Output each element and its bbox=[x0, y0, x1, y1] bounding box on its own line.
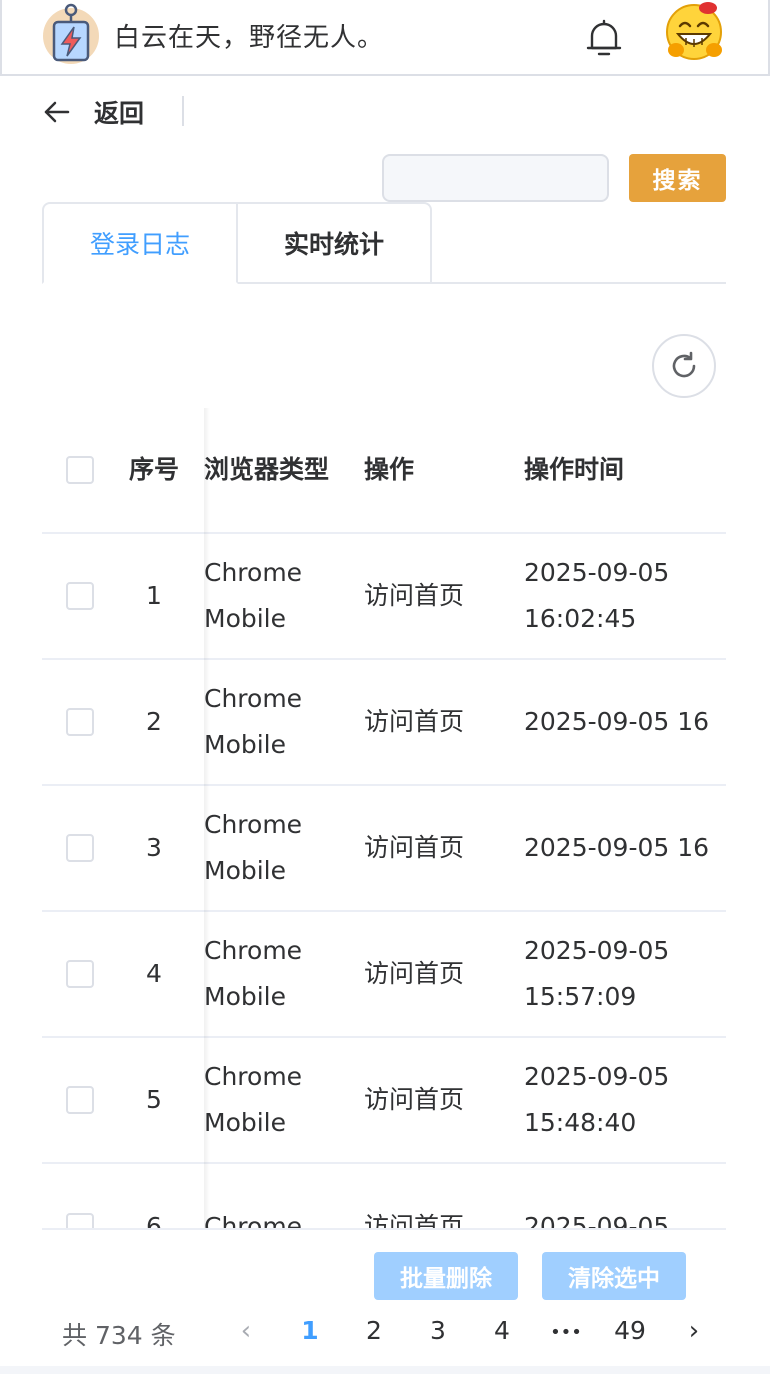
prev-page-button[interactable]: ‹ bbox=[226, 1316, 266, 1346]
avatar[interactable] bbox=[662, 0, 728, 62]
clear-selection-button[interactable]: 清除选中 bbox=[542, 1252, 686, 1300]
login-log-table: 序号 浏览器类型 操作 操作时间 1 Chrome Mobile 访问首页 20… bbox=[42, 408, 726, 1230]
header-browser: 浏览器类型 bbox=[204, 455, 330, 484]
row-index: 1 bbox=[146, 581, 162, 610]
top-header: 白云在天，野径无人。 bbox=[0, 0, 770, 76]
table-row: 5 Chrome Mobile 访问首页 2025-09-05 15:48:40 bbox=[42, 1038, 726, 1164]
main-content: 返回 搜索 登录日志 实时统计 序号 浏览器类型 操作 操作时间 1 Chrom… bbox=[0, 76, 770, 1366]
header-operation: 操作 bbox=[364, 455, 415, 484]
site-title: 白云在天，野径无人。 bbox=[114, 23, 385, 53]
header-time: 操作时间 bbox=[524, 455, 625, 484]
row-index: 2 bbox=[146, 707, 162, 736]
row-checkbox[interactable] bbox=[66, 1213, 94, 1228]
row-checkbox[interactable] bbox=[66, 960, 94, 988]
row-checkbox[interactable] bbox=[66, 1086, 94, 1114]
table-row: 2 Chrome Mobile 访问首页 2025-09-05 16 bbox=[42, 660, 726, 786]
page-1[interactable]: 1 bbox=[290, 1316, 330, 1345]
row-time: 2025-09-05 bbox=[524, 1212, 670, 1230]
select-all-checkbox[interactable] bbox=[66, 456, 94, 484]
row-index: 4 bbox=[146, 959, 162, 988]
arrow-left-icon bbox=[44, 101, 70, 123]
row-index: 6 bbox=[146, 1212, 162, 1230]
row-operation: 访问首页 bbox=[364, 1212, 465, 1230]
fixed-column-shadow bbox=[204, 408, 210, 1228]
refresh-icon bbox=[672, 351, 696, 378]
back-button[interactable]: 返回 bbox=[42, 92, 144, 132]
lightning-badge-icon[interactable] bbox=[42, 2, 100, 64]
table-row: 6 Chrome 访问首页 2025-09-05 bbox=[42, 1164, 726, 1230]
row-browser: Chrome bbox=[204, 1212, 303, 1230]
row-browser: Chrome Mobile bbox=[204, 936, 303, 1011]
row-operation: 访问首页 bbox=[364, 1085, 465, 1114]
row-operation: 访问首页 bbox=[364, 707, 465, 736]
row-time: 2025-09-05 16 bbox=[524, 833, 710, 862]
row-operation: 访问首页 bbox=[364, 959, 465, 988]
pagination: 共 734 条 ‹ 1 2 3 4 ••• 49 › bbox=[0, 1310, 770, 1354]
total-count: 共 734 条 bbox=[62, 1321, 176, 1350]
row-operation: 访问首页 bbox=[364, 833, 465, 862]
search-input[interactable] bbox=[382, 154, 609, 202]
header-index: 序号 bbox=[128, 455, 179, 484]
row-time: 2025-09-05 15:48:40 bbox=[524, 1062, 670, 1137]
batch-delete-button[interactable]: 批量删除 bbox=[374, 1252, 518, 1300]
table-header-row: 序号 浏览器类型 操作 操作时间 bbox=[42, 408, 726, 534]
row-index: 3 bbox=[146, 833, 162, 862]
row-time: 2025-09-05 16:02:45 bbox=[524, 558, 670, 633]
row-time: 2025-09-05 15:57:09 bbox=[524, 936, 670, 1011]
table-row: 3 Chrome Mobile 访问首页 2025-09-05 16 bbox=[42, 786, 726, 912]
page-3[interactable]: 3 bbox=[418, 1316, 458, 1345]
row-browser: Chrome Mobile bbox=[204, 810, 303, 885]
back-label: 返回 bbox=[94, 99, 145, 128]
row-operation: 访问首页 bbox=[364, 581, 465, 610]
row-browser: Chrome Mobile bbox=[204, 558, 303, 633]
table-row: 4 Chrome Mobile 访问首页 2025-09-05 15:57:09 bbox=[42, 912, 726, 1038]
row-browser: Chrome Mobile bbox=[204, 1062, 303, 1137]
row-index: 5 bbox=[146, 1085, 162, 1114]
more-pages-icon[interactable]: ••• bbox=[546, 1322, 586, 1343]
row-checkbox[interactable] bbox=[66, 582, 94, 610]
page-last[interactable]: 49 bbox=[610, 1316, 650, 1345]
row-checkbox[interactable] bbox=[66, 834, 94, 862]
divider bbox=[182, 96, 184, 126]
row-checkbox[interactable] bbox=[66, 708, 94, 736]
tab-realtime-stats[interactable]: 实时统计 bbox=[236, 202, 432, 282]
bell-icon[interactable] bbox=[584, 18, 624, 58]
search-button[interactable]: 搜索 bbox=[629, 154, 726, 202]
next-page-button[interactable]: › bbox=[674, 1316, 714, 1346]
table-row: 1 Chrome Mobile 访问首页 2025-09-05 16:02:45 bbox=[42, 534, 726, 660]
page-4[interactable]: 4 bbox=[482, 1316, 522, 1345]
page-2[interactable]: 2 bbox=[354, 1316, 394, 1345]
refresh-button[interactable] bbox=[652, 334, 716, 398]
tab-login-log[interactable]: 登录日志 bbox=[42, 202, 238, 284]
row-browser: Chrome Mobile bbox=[204, 684, 303, 759]
row-time: 2025-09-05 16 bbox=[524, 707, 710, 736]
